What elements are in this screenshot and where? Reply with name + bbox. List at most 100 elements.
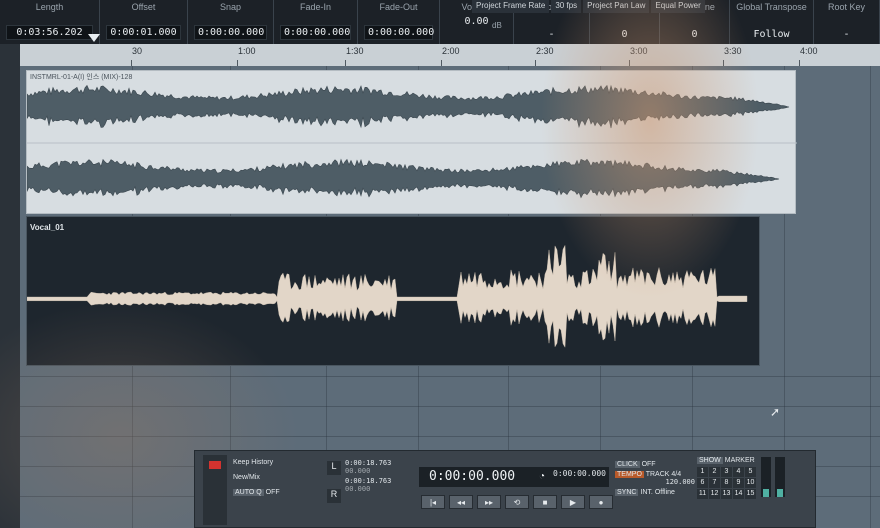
go-to-start-button[interactable]: |◂ <box>421 495 445 509</box>
transport-panel: Keep History New/Mix AUTO Q OFF L R 0:00… <box>194 450 816 528</box>
show-markers-button[interactable]: SHOW <box>697 457 723 464</box>
marker-button[interactable]: 1 <box>697 467 708 477</box>
ruler-label: 2:00 <box>442 46 460 56</box>
click-state[interactable]: OFF <box>642 461 656 468</box>
info-value[interactable]: 0:00:01.000 <box>106 25 181 40</box>
fast-forward-button[interactable]: ▸▸ <box>477 495 501 509</box>
right-locator-button[interactable]: R <box>327 489 341 503</box>
tempo-track[interactable]: TRACK <box>646 471 670 478</box>
marker-button[interactable]: 6 <box>697 478 708 488</box>
audio-event-vocal[interactable]: Vocal_01 <box>26 216 760 366</box>
stereo-waveform <box>27 84 797 199</box>
secondary-time-display[interactable]: 0:00:00.000 <box>553 469 606 478</box>
marker-buttons: 1 2 3 4 5 6 7 8 9 10 11 12 13 14 15 <box>697 467 756 499</box>
marker-button[interactable]: 4 <box>733 467 744 477</box>
ruler-label: 4:00 <box>800 46 818 56</box>
record-mode-strip <box>203 455 227 525</box>
rewind-button[interactable]: ◂◂ <box>449 495 473 509</box>
project-settings-bar: Project Frame Rate 30 fps Project Pan La… <box>472 0 705 13</box>
marker-button[interactable]: 7 <box>709 478 720 488</box>
track-list-edge <box>0 44 21 528</box>
timeline-ruler[interactable]: 30 1:00 1:30 2:00 2:30 3:00 3:30 4:00 <box>20 44 880 67</box>
vocal-waveform <box>27 244 748 348</box>
info-line: Length 0:03:56.202 Offset 0:00:01.000 Snap 0:… <box>0 0 880 44</box>
play-button[interactable]: ▶ <box>561 495 585 509</box>
frame-rate-value[interactable]: 30 fps <box>551 0 582 13</box>
click-button[interactable]: CLICK <box>615 461 640 468</box>
info-label: Offset <box>131 2 156 12</box>
auto-quantize-state[interactable]: OFF <box>266 489 280 496</box>
marker-button[interactable]: 15 <box>745 489 756 499</box>
info-label: Global Transpose <box>736 2 807 12</box>
volume-unit: dB <box>492 21 502 30</box>
auto-quantize-label[interactable]: AUTO Q <box>233 489 264 496</box>
info-label: Snap <box>219 2 242 12</box>
marker-button[interactable]: 9 <box>733 478 744 488</box>
grid-line <box>20 406 880 407</box>
cycle-button[interactable]: ⟲ <box>505 495 529 509</box>
info-label: Fade-Out <box>379 2 418 12</box>
info-label: Length <box>35 2 64 12</box>
marker-button[interactable]: 10 <box>745 478 756 488</box>
grid-line <box>20 436 880 437</box>
marker-button[interactable]: 14 <box>733 489 744 499</box>
info-value[interactable]: - <box>820 29 873 44</box>
record-indicator-icon <box>209 461 221 469</box>
tempo-button[interactable]: TEMPO <box>615 471 644 478</box>
marker-label: MARKER <box>724 457 755 464</box>
marker-button[interactable]: 2 <box>709 467 720 477</box>
pan-law-value[interactable]: Equal Power <box>651 0 705 13</box>
ruler-label: 1:30 <box>346 46 364 56</box>
info-value[interactable]: - <box>520 29 583 44</box>
info-value[interactable]: 0:00:00.000 <box>194 25 267 40</box>
sync-source[interactable]: INT. <box>640 489 652 496</box>
playhead-marker[interactable] <box>88 34 100 42</box>
time-format-icon[interactable]: ◔ <box>539 471 545 482</box>
marker-button[interactable]: 3 <box>721 467 732 477</box>
ruler-label: 1:00 <box>238 46 256 56</box>
info-cell-root-key: Root Key - <box>814 0 880 44</box>
info-value[interactable]: 0:03:56.202 <box>6 25 93 40</box>
info-label: Fade-In <box>299 2 332 12</box>
info-value[interactable]: 0 <box>666 29 723 44</box>
info-value[interactable]: 0:00:00.000 <box>280 25 351 40</box>
record-button[interactable]: ● <box>589 495 613 509</box>
ruler-label: 2:30 <box>536 46 554 56</box>
marker-button[interactable]: 12 <box>709 489 720 499</box>
record-mode[interactable]: New/Mix <box>233 474 280 481</box>
info-cell-fade-in: Fade-In 0:00:00.000 <box>274 0 358 44</box>
stop-button[interactable]: ■ <box>533 495 557 509</box>
info-value[interactable]: 0:00:00.000 <box>364 25 434 40</box>
left-locator-time[interactable]: 0:00:18.763 <box>345 459 413 467</box>
mouse-cursor-icon: ➚ <box>770 405 781 419</box>
marker-button[interactable]: 8 <box>721 478 732 488</box>
info-cell-length: Length 0:03:56.202 <box>0 0 100 44</box>
audio-event-stereo[interactable]: INSTMRL-01-A(I) 인스 (MIX)-128 <box>26 70 797 214</box>
info-label: Root Key <box>827 2 866 12</box>
ruler-label: 30 <box>132 46 143 56</box>
history-mode[interactable]: Keep History <box>233 459 280 466</box>
time-signature[interactable]: 4/4 <box>671 471 681 478</box>
left-locator-sub: 00.000 <box>345 467 371 475</box>
output-level-meter <box>775 457 785 497</box>
info-value[interactable]: Follow <box>736 29 807 44</box>
tempo-value[interactable]: 120.000 <box>615 478 695 486</box>
daw-window: Length 0:03:56.202 Offset 0:00:01.000 Snap 0:… <box>0 0 880 528</box>
ruler-label: 3:30 <box>724 46 742 56</box>
info-cell-offset: Offset 0:00:01.000 <box>100 0 188 44</box>
right-locator-sub: 00.000 <box>345 485 371 493</box>
left-locator-button[interactable]: L <box>327 461 341 475</box>
sync-button[interactable]: SYNC <box>615 489 639 496</box>
frame-rate-label: Project Frame Rate <box>472 0 550 13</box>
marker-button[interactable]: 5 <box>745 467 756 477</box>
pan-law-label: Project Pan Law <box>583 0 650 13</box>
info-cell-fade-out: Fade-Out 0:00:00.000 <box>358 0 440 44</box>
marker-button[interactable]: 13 <box>721 489 732 499</box>
grid-line <box>20 376 880 377</box>
marker-button[interactable]: 11 <box>697 489 708 499</box>
ruler-label: 3:00 <box>630 46 648 56</box>
grid-line <box>870 66 871 528</box>
right-locator-time[interactable]: 0:00:18.763 <box>345 477 413 485</box>
info-value[interactable]: 0 <box>596 29 653 44</box>
sync-state: Offline <box>654 489 675 496</box>
